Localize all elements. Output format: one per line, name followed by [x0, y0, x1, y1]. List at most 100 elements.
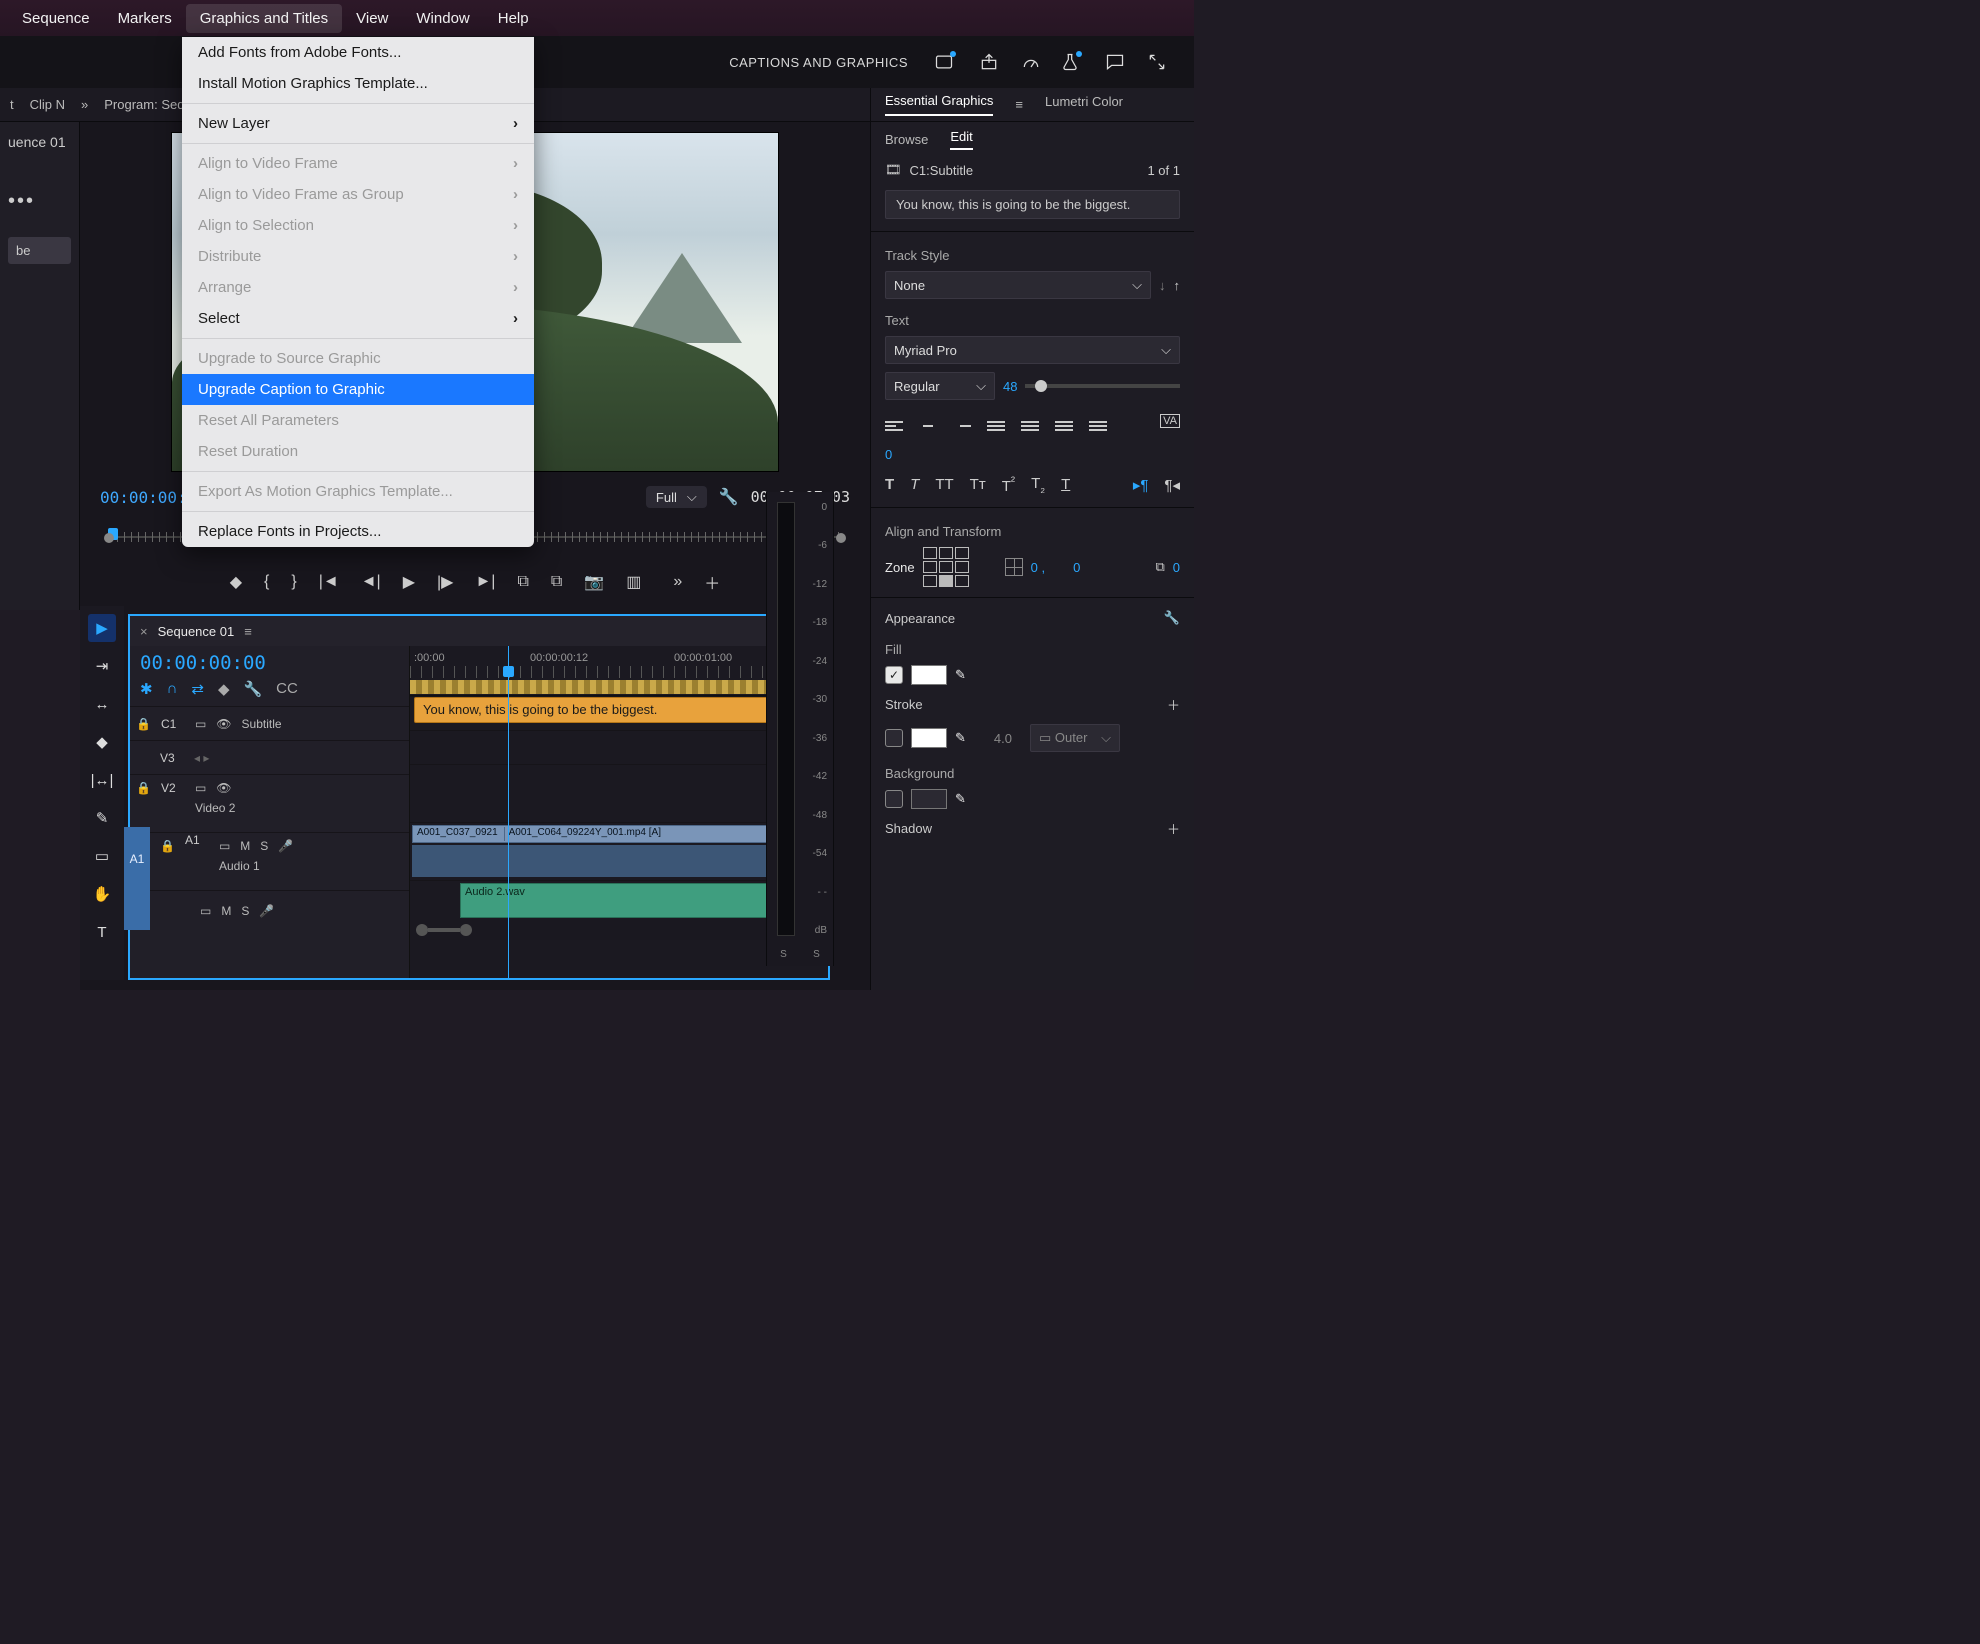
layer-row[interactable]: 🎞C1:Subtitle 1 of 1 [871, 156, 1194, 184]
voiceover-icon[interactable]: 🎤 [259, 904, 274, 918]
eyedropper-icon[interactable]: ✎ [955, 730, 966, 746]
rectangle-tool[interactable]: ▭ [88, 842, 116, 870]
panel-menu-icon[interactable]: ≡ [244, 624, 252, 639]
panel-menu-icon[interactable]: ≡ [1015, 97, 1023, 112]
step-forward-button[interactable]: |▶ [437, 572, 453, 592]
subtab-edit[interactable]: Edit [950, 129, 972, 150]
selection-tool[interactable]: ▶ [88, 614, 116, 642]
collapse-icon[interactable]: ◂ ▸ [194, 751, 209, 765]
justify-all-icon[interactable] [1089, 410, 1107, 431]
comparison-view-button[interactable]: ▥ [626, 572, 641, 592]
track-style-select[interactable]: None⌵ [885, 271, 1151, 299]
track-header-v2[interactable]: 🔒 V2 ▭👁 Video 2 [130, 774, 409, 832]
align-right-icon[interactable] [953, 410, 971, 431]
step-back-button[interactable]: ◄| [361, 573, 381, 591]
font-size-value[interactable]: 48 [1003, 379, 1017, 394]
align-left-icon[interactable] [885, 410, 903, 431]
flask-icon[interactable] [1060, 49, 1086, 75]
background-checkbox[interactable] [885, 790, 903, 808]
eyedropper-icon[interactable]: ✎ [955, 791, 966, 807]
audio-patch-a2[interactable] [124, 885, 150, 930]
add-stroke-button[interactable]: ＋ [1167, 695, 1180, 714]
eye-icon[interactable]: 👁 [216, 717, 231, 731]
solo-left[interactable]: S [780, 949, 787, 960]
audio-patch-a1[interactable]: A1 [124, 827, 150, 890]
tab-essential-graphics[interactable]: Essential Graphics [885, 93, 993, 116]
menuitem-upgrade-caption-to-graphic[interactable]: Upgrade Caption to Graphic [182, 374, 534, 405]
video-clip[interactable]: A001_C037_0921 A001_C064_09224Y_001.mp4 … [412, 825, 810, 843]
menu-graphics-and-titles[interactable]: Graphics and Titles [186, 4, 342, 33]
fullscreen-icon[interactable] [1144, 49, 1170, 75]
lock-icon[interactable]: 🔒 [136, 781, 151, 795]
scrubber-in-point[interactable] [104, 533, 114, 543]
bold-icon[interactable]: T [885, 476, 894, 493]
play-button[interactable]: ▶ [403, 572, 415, 592]
ltr-icon[interactable]: ▸¶ [1133, 476, 1149, 494]
close-sequence-button[interactable]: × [140, 624, 148, 639]
track-select-tool[interactable]: ⇥ [88, 652, 116, 680]
stroke-checkbox[interactable] [885, 729, 903, 747]
zoom-fit-select[interactable]: Full⌵ [646, 486, 707, 508]
caption-track-icon[interactable]: CC [276, 680, 298, 698]
timeline-timecode[interactable]: 00:00:00:00 [130, 646, 409, 676]
font-family-select[interactable]: Myriad Pro⌵ [885, 336, 1180, 364]
push-down-icon[interactable]: ↓ [1159, 278, 1166, 293]
hand-tool[interactable]: ✋ [88, 880, 116, 908]
menu-sequence[interactable]: Sequence [8, 4, 104, 33]
audio-waveform[interactable] [412, 845, 810, 877]
menu-view[interactable]: View [342, 4, 402, 33]
justify-center-icon[interactable] [1021, 410, 1039, 431]
mute-button[interactable]: M [240, 839, 250, 853]
position-y[interactable]: 0 [1073, 560, 1080, 575]
lock-icon[interactable]: 🔒 [160, 839, 175, 853]
align-center-icon[interactable] [919, 410, 937, 431]
push-up-icon[interactable]: ↑ [1174, 278, 1181, 293]
timeline-playhead[interactable] [508, 646, 509, 978]
marker-track-icon[interactable]: ◆ [218, 680, 230, 698]
solo-button[interactable]: S [241, 904, 249, 918]
underline-icon[interactable]: T [1061, 476, 1070, 493]
clip-tab-fragment[interactable]: Clip N [30, 97, 65, 112]
linked-selection-icon[interactable]: ⇄ [191, 680, 204, 698]
subtab-browse[interactable]: Browse [885, 132, 928, 147]
font-weight-select[interactable]: Regular⌵ [885, 372, 995, 400]
sequence-tab[interactable]: Sequence 01 [158, 624, 235, 639]
fill-checkbox[interactable]: ✓ [885, 666, 903, 684]
kerning-value[interactable]: 0 [885, 447, 892, 462]
background-color-swatch[interactable] [911, 789, 947, 809]
lock-icon[interactable]: 🔒 [136, 717, 151, 731]
menuitem-new-layer[interactable]: New Layer› [182, 108, 534, 139]
snap-icon[interactable]: ✱ [140, 680, 153, 698]
solo-right[interactable]: S [813, 949, 820, 960]
workspace-label[interactable]: CAPTIONS AND GRAPHICS [729, 55, 908, 70]
mark-out-button[interactable]: } [291, 573, 296, 591]
settings-icon[interactable]: 🔧 [719, 487, 739, 507]
solo-button[interactable]: S [260, 839, 268, 853]
ripple-edit-tool[interactable]: ↔ [88, 690, 116, 718]
position-x[interactable]: 0 , [1031, 560, 1045, 575]
export-icon[interactable] [976, 49, 1002, 75]
justify-right-icon[interactable] [1055, 410, 1073, 431]
zone-picker[interactable] [923, 547, 969, 587]
export-frame-button[interactable]: 📷 [584, 572, 604, 592]
track-header-c1[interactable]: 🔒 C1 ▭ 👁 Subtitle [130, 706, 409, 740]
menuitem-select[interactable]: Select› [182, 303, 534, 334]
allcaps-icon[interactable]: TT [935, 476, 953, 493]
source-patch-icon[interactable]: ▭ [219, 839, 230, 853]
source-patch-icon[interactable]: ▭ [200, 904, 211, 918]
menu-window[interactable]: Window [402, 4, 483, 33]
more-icon[interactable]: ••• [8, 190, 71, 213]
source-patch-icon[interactable]: ▭ [195, 781, 206, 795]
track-header-a1[interactable]: A1 🔒 A1 ▭MS🎤 Audio 1 [130, 832, 409, 890]
mute-button[interactable]: M [221, 904, 231, 918]
track-header-v3[interactable]: V3 ◂ ▸ [130, 740, 409, 774]
add-button[interactable]: ＋ [704, 570, 720, 594]
mark-in-button[interactable]: { [264, 573, 269, 591]
type-tool[interactable]: T [88, 918, 116, 946]
menuitem-add-fonts[interactable]: Add Fonts from Adobe Fonts... [182, 37, 534, 68]
add-marker-button[interactable]: ◆ [230, 572, 242, 592]
playhead-timecode[interactable]: 00:00:00: [100, 488, 187, 507]
razor-tool[interactable]: ◆ [88, 728, 116, 756]
go-to-in-button[interactable]: |◄ [319, 573, 339, 591]
extract-button[interactable]: ⧉ [551, 573, 562, 591]
